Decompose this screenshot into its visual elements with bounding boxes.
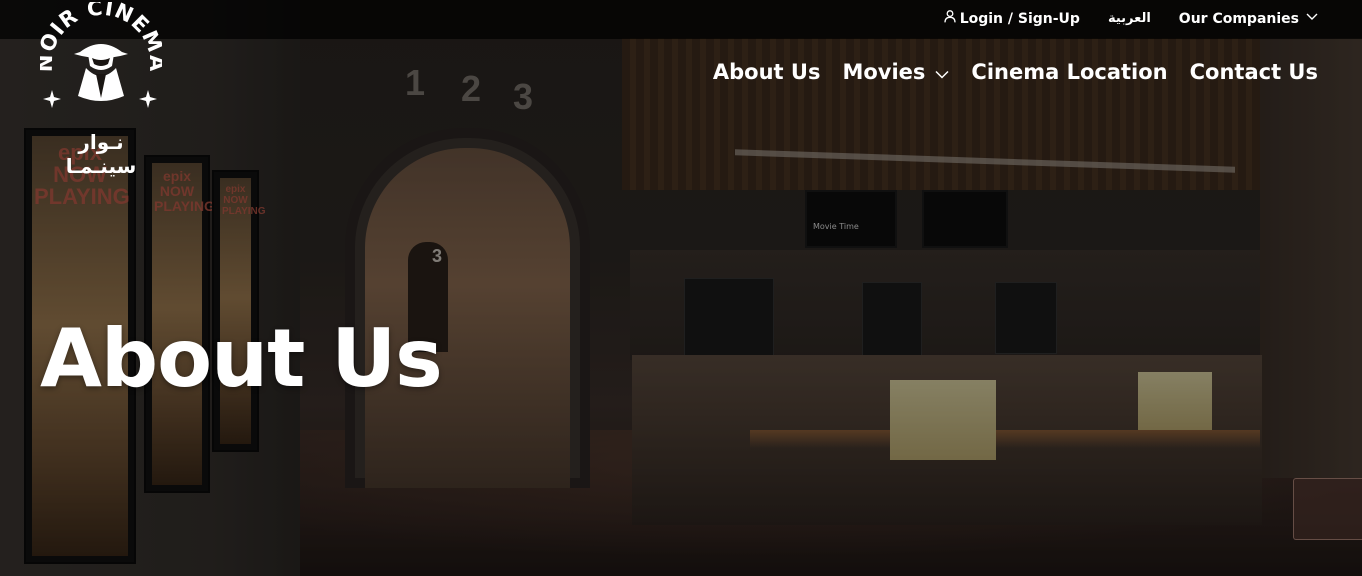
nav-item-about-us[interactable]: About Us (713, 60, 821, 84)
nav-item-movies[interactable]: Movies (842, 60, 949, 84)
nav-item-contact-us[interactable]: Contact Us (1190, 60, 1318, 84)
top-bar: Login / Sign-Up العربية Our Companies (0, 0, 1362, 39)
recaptcha-badge[interactable] (1293, 478, 1362, 540)
nav-item-cinema-location[interactable]: Cinema Location (971, 60, 1167, 84)
login-signup-link[interactable]: Login / Sign-Up (944, 10, 1080, 27)
logo-arabic-text: نـوار سينـمـا (65, 130, 137, 178)
our-companies-label: Our Companies (1178, 10, 1299, 27)
top-bar-links: Login / Sign-Up العربية Our Companies (944, 10, 1318, 27)
logo-emblem-icon: NOIR CINEMA (33, 0, 168, 108)
login-signup-label: Login / Sign-Up (959, 10, 1080, 27)
page-title: About Us (40, 312, 443, 405)
user-icon (944, 10, 956, 27)
our-companies-dropdown[interactable]: Our Companies (1179, 10, 1318, 27)
hero-background-image: epix NOW PLAYING epix NOW PLAYING epix N… (0, 0, 1362, 576)
chevron-down-icon (1303, 10, 1318, 27)
dark-overlay (0, 0, 1362, 576)
language-switch-link[interactable]: العربية (1108, 11, 1151, 26)
noir-cinema-logo[interactable]: NOIR CINEMA نـوار سينـمـا (33, 0, 168, 178)
chevron-down-icon (925, 60, 949, 84)
nav-item-movies-label: Movies (842, 60, 926, 84)
main-navigation: About Us Movies Cinema Location Contact … (713, 60, 1318, 84)
